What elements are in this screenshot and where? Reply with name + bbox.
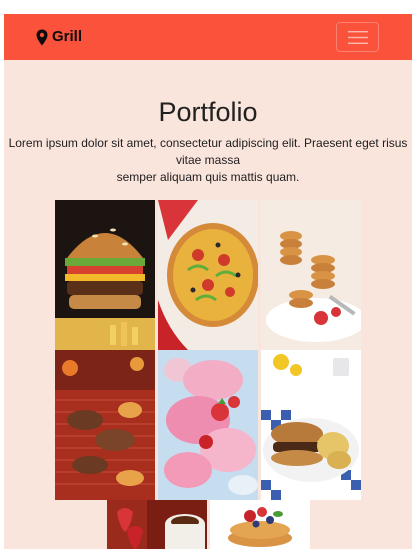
description-line: Lorem ipsum dolor sit amet, consectetur … bbox=[8, 136, 408, 167]
section-title: Portfolio bbox=[158, 97, 258, 127]
page-frame: Grill Portfolio Lorem ipsum dolor sit am… bbox=[4, 14, 412, 549]
hamburger-menu-icon bbox=[347, 30, 368, 44]
brand-label: Grill bbox=[52, 28, 83, 45]
map-marker-icon bbox=[36, 29, 48, 45]
gallery-image-strawberries-and-coffee[interactable] bbox=[107, 500, 207, 549]
section-description: Lorem ipsum dolor sit amet, consectetur … bbox=[4, 135, 412, 186]
gallery-image-burger[interactable] bbox=[55, 200, 155, 350]
gallery-image-pancakes[interactable] bbox=[261, 200, 361, 350]
brand-link[interactable]: Grill bbox=[36, 27, 82, 47]
gallery-image-ice-cream[interactable] bbox=[158, 350, 258, 500]
gallery-image-pancakes-with-berries[interactable] bbox=[210, 500, 310, 549]
navbar: Grill bbox=[4, 14, 412, 60]
description-line: semper aliquam quis mattis quam. bbox=[116, 170, 300, 184]
gallery-image-burger-and-chips[interactable] bbox=[261, 350, 361, 500]
gallery-image-grilled-meat[interactable] bbox=[55, 350, 155, 500]
gallery-image-pizza[interactable] bbox=[158, 200, 258, 350]
menu-toggle-button[interactable] bbox=[336, 22, 379, 52]
